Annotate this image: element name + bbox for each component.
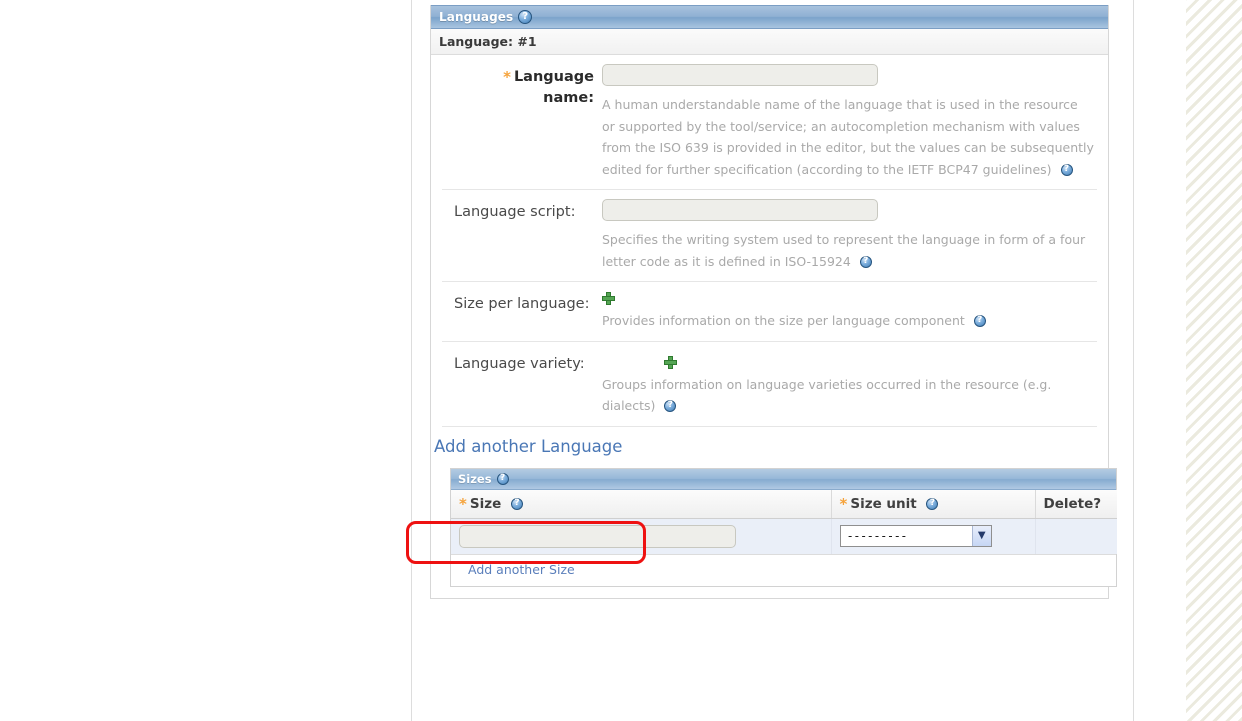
add-another-language-link[interactable]: Add another Language bbox=[434, 437, 622, 456]
column-header-size-label: Size bbox=[469, 495, 502, 512]
language-form-body: * Language name: A human understandable n… bbox=[431, 55, 1117, 587]
sizes-panel-title: Sizes bbox=[458, 471, 492, 486]
sizes-table-header-row: *Size *Size unit Delete? bbox=[451, 489, 1117, 519]
green-plus-icon[interactable] bbox=[664, 355, 677, 369]
required-asterisk-icon: * bbox=[459, 494, 467, 513]
language-script-help-text: Specifies the writing system used to rep… bbox=[602, 229, 1094, 272]
panel-title: Languages bbox=[439, 10, 514, 24]
language-name-input[interactable] bbox=[602, 64, 878, 86]
language-variety-label: Language variety: bbox=[442, 351, 594, 417]
size-input[interactable] bbox=[459, 524, 736, 548]
sizes-panel-header: Sizes bbox=[451, 468, 1116, 490]
content-right-border bbox=[1133, 0, 1134, 721]
column-header-size: * Size bbox=[451, 489, 832, 519]
form-row-language-script: Language script: Specifies the writing s… bbox=[442, 190, 1097, 282]
language-name-help-text: A human understandable name of the langu… bbox=[602, 94, 1094, 180]
column-header-size-unit-label: Size unit bbox=[850, 495, 917, 512]
size-per-language-label-text: Size per language: bbox=[454, 296, 590, 312]
language-variety-label-text: Language variety: bbox=[454, 355, 585, 372]
language-instance-label: Language: #1 bbox=[439, 34, 537, 49]
language-script-field-group: Specifies the writing system used to rep… bbox=[594, 199, 1097, 272]
language-variety-help-text: Groups information on language varieties… bbox=[602, 374, 1094, 417]
size-per-language-label: Size per language: bbox=[442, 291, 594, 332]
languages-panel-header: Languages bbox=[431, 5, 1108, 29]
column-header-delete: Delete? bbox=[1035, 489, 1117, 519]
chevron-down-icon[interactable]: ▼ bbox=[971, 526, 991, 546]
sizes-panel: Sizes *Size *Size unit bbox=[450, 467, 1117, 587]
language-name-help-string: A human understandable name of the langu… bbox=[602, 97, 1094, 177]
language-instance-header: Language: #1 bbox=[431, 29, 1108, 55]
language-name-field-group: A human understandable name of the langu… bbox=[594, 64, 1097, 180]
required-asterisk-icon: * bbox=[503, 68, 511, 86]
form-row-language-variety: Language variety: Groups information on … bbox=[442, 342, 1097, 427]
language-name-label: * Language name: bbox=[442, 64, 594, 180]
help-question-icon[interactable] bbox=[926, 497, 939, 510]
sizes-table: *Size *Size unit Delete? bbox=[451, 489, 1117, 554]
help-question-icon[interactable] bbox=[973, 315, 986, 327]
form-row-size-per-language: Size per language: Provides information … bbox=[442, 282, 1097, 342]
language-name-label-text: Language name: bbox=[513, 69, 594, 106]
size-per-language-help-text: Provides information on the size per lan… bbox=[602, 310, 1094, 332]
language-script-label-text: Language script: bbox=[454, 204, 576, 220]
add-another-language-row: Add another Language bbox=[431, 427, 1108, 468]
green-plus-icon[interactable] bbox=[602, 292, 615, 305]
help-question-icon[interactable] bbox=[859, 255, 872, 268]
right-gutter bbox=[1134, 0, 1186, 721]
page-canvas: Languages Language: #1 *Language name: A… bbox=[0, 0, 1242, 721]
add-another-size-link[interactable]: Add another Size bbox=[468, 562, 575, 577]
column-header-delete-label: Delete? bbox=[1043, 495, 1102, 512]
column-header-size-unit: * Size unit bbox=[831, 489, 1036, 519]
language-script-input[interactable] bbox=[602, 199, 878, 221]
cell-size bbox=[451, 518, 832, 554]
striped-background-decoration bbox=[1186, 0, 1242, 721]
form-row-language-name: * Language name: A human understandable n… bbox=[442, 55, 1097, 190]
size-per-language-help-string: Provides information on the size per lan… bbox=[602, 313, 965, 328]
cell-size-unit: --------- ▼ bbox=[831, 518, 1036, 554]
help-question-icon[interactable] bbox=[664, 400, 677, 412]
language-variety-add-row bbox=[602, 355, 1097, 371]
size-per-language-add-row bbox=[602, 292, 1097, 307]
size-per-language-field-group: Provides information on the size per lan… bbox=[594, 291, 1097, 332]
cell-delete bbox=[1035, 518, 1117, 554]
required-asterisk-icon: * bbox=[839, 494, 848, 513]
language-script-help-string: Specifies the writing system used to rep… bbox=[602, 232, 1086, 269]
add-another-size-row: Add another Size bbox=[451, 553, 1116, 586]
help-question-icon[interactable] bbox=[510, 497, 523, 510]
size-unit-select[interactable]: --------- ▼ bbox=[839, 525, 992, 547]
languages-panel: Languages Language: #1 *Language name: A… bbox=[430, 5, 1117, 599]
size-unit-selected-value: --------- bbox=[846, 529, 908, 543]
language-script-label: Language script: bbox=[442, 199, 594, 272]
help-question-icon[interactable] bbox=[496, 472, 509, 485]
help-question-icon[interactable] bbox=[518, 10, 533, 24]
help-question-icon[interactable] bbox=[1060, 163, 1073, 176]
language-variety-field-group: Groups information on language varieties… bbox=[594, 351, 1097, 417]
content-left-border bbox=[411, 0, 412, 721]
table-row: --------- ▼ bbox=[451, 518, 1117, 554]
